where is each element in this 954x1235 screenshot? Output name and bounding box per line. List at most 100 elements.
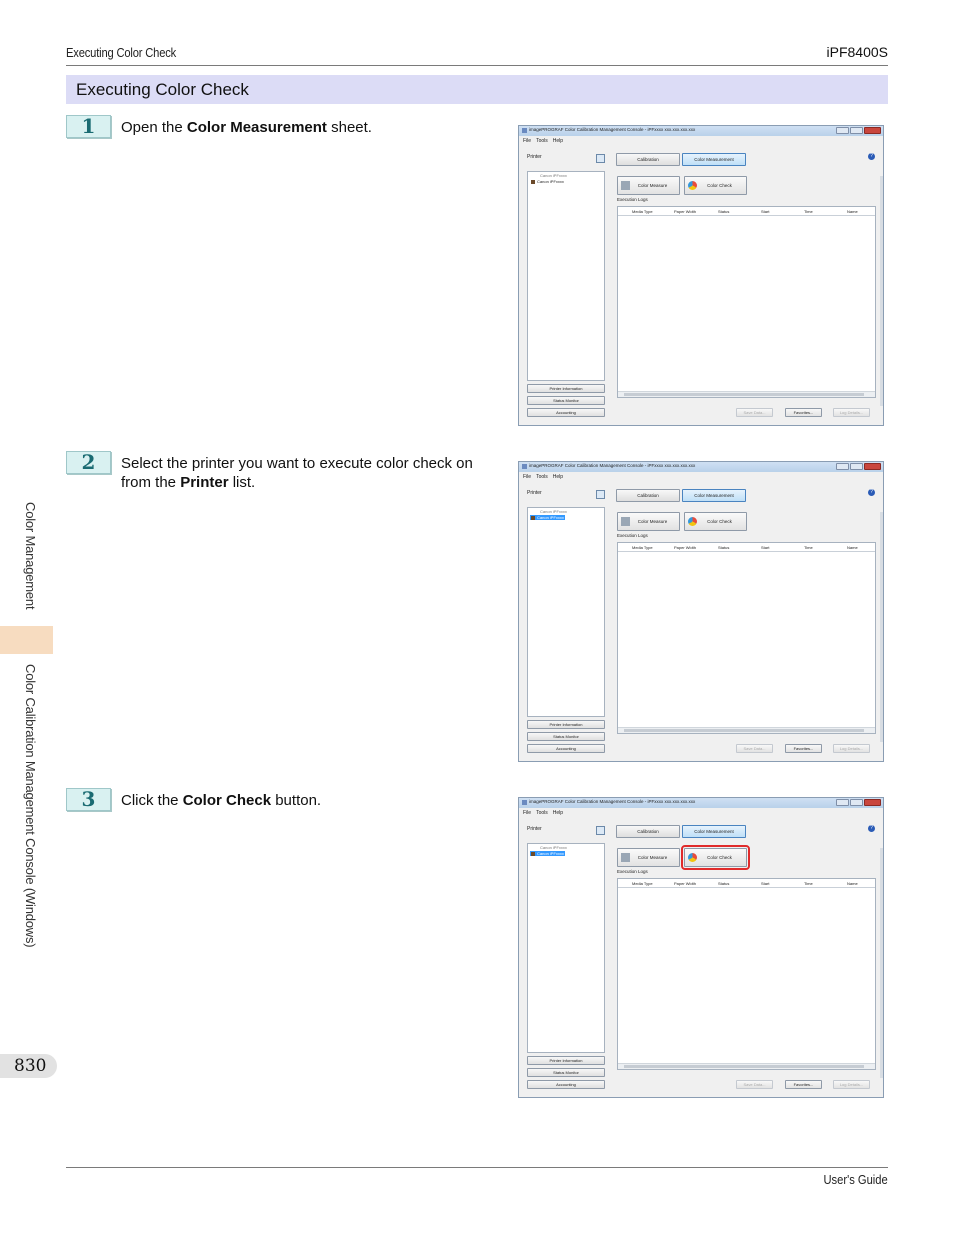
close-icon xyxy=(864,127,881,134)
printer-list-item-selected: Canon iPFxxxx xyxy=(530,851,565,856)
section-title: Executing Color Check xyxy=(76,80,249,99)
close-icon xyxy=(864,799,881,806)
step-2-badge: 2 xyxy=(66,450,111,474)
maximize-icon xyxy=(850,127,863,134)
col-time: Time xyxy=(804,545,813,550)
favorites-button: Favorites... xyxy=(785,1080,822,1089)
save-data-button: Save Data... xyxy=(736,1080,773,1089)
printer-group-label: Canon iPFxxxx xyxy=(540,173,567,178)
app-icon xyxy=(522,464,527,469)
printer-information-button: Printer Information xyxy=(527,720,605,729)
col-media-type: Media Type xyxy=(632,209,653,214)
step-3-text-post: button. xyxy=(271,792,322,809)
step-1-text-pre: Open the xyxy=(121,119,187,136)
accounting-button: Accounting xyxy=(527,1080,605,1089)
screenshot-step-1: imagePROGRAF Color Calibration Managemen… xyxy=(518,125,884,426)
execution-logs-table: Media Type Paper Width Status Start Time… xyxy=(617,542,876,734)
minimize-icon xyxy=(836,799,849,806)
col-start: Start xyxy=(761,545,770,550)
printer-list-item-selected: Canon iPFxxxx xyxy=(530,515,565,520)
window-controls xyxy=(836,127,881,135)
status-monitor-button: Status Monitor xyxy=(527,1068,605,1077)
horizontal-scrollbar xyxy=(618,1063,875,1069)
log-details-button: Log Details... xyxy=(833,408,870,417)
execution-logs-table: Media Type Paper Width Status Start Time… xyxy=(617,878,876,1070)
printer-list-label: Printer xyxy=(527,154,542,160)
col-name: Name xyxy=(847,209,858,214)
window-title: imagePROGRAF Color Calibration Managemen… xyxy=(529,463,696,468)
window-controls xyxy=(836,799,881,807)
refresh-icon xyxy=(596,154,605,163)
menu-file: File xyxy=(523,138,532,144)
footer-rule xyxy=(66,1167,888,1168)
printer-icon xyxy=(531,515,535,520)
page-number-tab: 830 xyxy=(0,1054,57,1078)
table-header: Media Type Paper Width Status Start Time… xyxy=(618,879,875,888)
help-icon: ? xyxy=(868,153,875,160)
col-time: Time xyxy=(804,209,813,214)
step-2-text-post: list. xyxy=(228,474,256,491)
horizontal-scrollbar xyxy=(618,391,875,397)
step-1-badge: 1 xyxy=(66,114,111,138)
minimize-icon xyxy=(836,127,849,134)
menu-tools: Tools xyxy=(536,810,548,816)
col-paper-width: Paper Width xyxy=(674,209,697,214)
refresh-icon xyxy=(596,490,605,499)
footer-guide-title: User's Guide xyxy=(823,1172,888,1187)
printer-list-item: Canon iPFxxxx xyxy=(530,179,565,184)
step-1-number: 1 xyxy=(81,114,96,138)
window-titlebar: imagePROGRAF Color Calibration Managemen… xyxy=(519,126,883,136)
printer-list: Canon iPFxxxx Canon iPFxxxx xyxy=(527,843,605,1053)
col-media-type: Media Type xyxy=(632,545,653,550)
col-paper-width: Paper Width xyxy=(674,545,697,550)
menu-help: Help xyxy=(552,474,564,480)
help-icon: ? xyxy=(868,489,875,496)
step-2-number: 2 xyxy=(81,450,96,474)
sidebar-chapter-label: Color Management xyxy=(23,502,38,610)
printer-list: Canon iPFxxxx Canon iPFxxxx xyxy=(527,507,605,717)
menu-file: File xyxy=(523,474,532,480)
running-header-model: iPF8400S xyxy=(826,44,888,60)
tab-calibration: Calibration xyxy=(616,153,680,166)
col-status: Status xyxy=(718,545,730,550)
sidebar-chapter-tab xyxy=(0,626,53,654)
execution-logs-label: Execution Logs xyxy=(617,533,648,538)
accounting-button: Accounting xyxy=(527,744,605,753)
printer-information-button: Printer Information xyxy=(527,384,605,393)
step-2-text: Select the printer you want to execute c… xyxy=(121,454,493,492)
refresh-icon xyxy=(596,826,605,835)
printer-item-label: Canon iPFxxxx xyxy=(537,179,564,184)
tab-color-measurement: Color Measurement xyxy=(682,825,746,838)
scroll-thumb xyxy=(624,1065,864,1068)
step-3-badge: 3 xyxy=(66,787,111,811)
screenshot-step-3: imagePROGRAF Color Calibration Managemen… xyxy=(518,797,884,1098)
printer-item-label: Canon iPFxxxx xyxy=(537,515,564,520)
window-controls xyxy=(836,463,881,471)
window-titlebar: imagePROGRAF Color Calibration Managemen… xyxy=(519,462,883,472)
window-titlebar: imagePROGRAF Color Calibration Managemen… xyxy=(519,798,883,808)
menu-bar: File Tools Help xyxy=(523,138,568,144)
maximize-icon xyxy=(850,799,863,806)
step-1-text-bold: Color Measurement xyxy=(186,119,327,136)
execution-logs-table: Media Type Paper Width Status Start Time… xyxy=(617,206,876,398)
col-name: Name xyxy=(847,545,858,550)
menu-bar: File Tools Help xyxy=(523,810,568,816)
window-edge xyxy=(880,848,883,1078)
tab-color-measurement: Color Measurement xyxy=(682,153,746,166)
col-media-type: Media Type xyxy=(632,881,653,886)
printer-information-button: Printer Information xyxy=(527,1056,605,1065)
table-header: Media Type Paper Width Status Start Time… xyxy=(618,543,875,552)
printer-group-label: Canon iPFxxxx xyxy=(540,509,567,514)
printer-item-label: Canon iPFxxxx xyxy=(537,851,564,856)
color-measure-label: Color Measure xyxy=(637,519,668,524)
color-check-button: Color Check xyxy=(684,176,747,195)
color-measure-label: Color Measure xyxy=(637,183,668,188)
menu-help: Help xyxy=(552,138,564,144)
running-header-title: Executing Color Check xyxy=(66,45,177,60)
section-heading-bar: Executing Color Check xyxy=(66,75,888,104)
col-status: Status xyxy=(718,209,730,214)
accounting-button: Accounting xyxy=(527,408,605,417)
col-start: Start xyxy=(761,881,770,886)
printer-list-label: Printer xyxy=(527,826,542,832)
app-icon xyxy=(522,128,527,133)
